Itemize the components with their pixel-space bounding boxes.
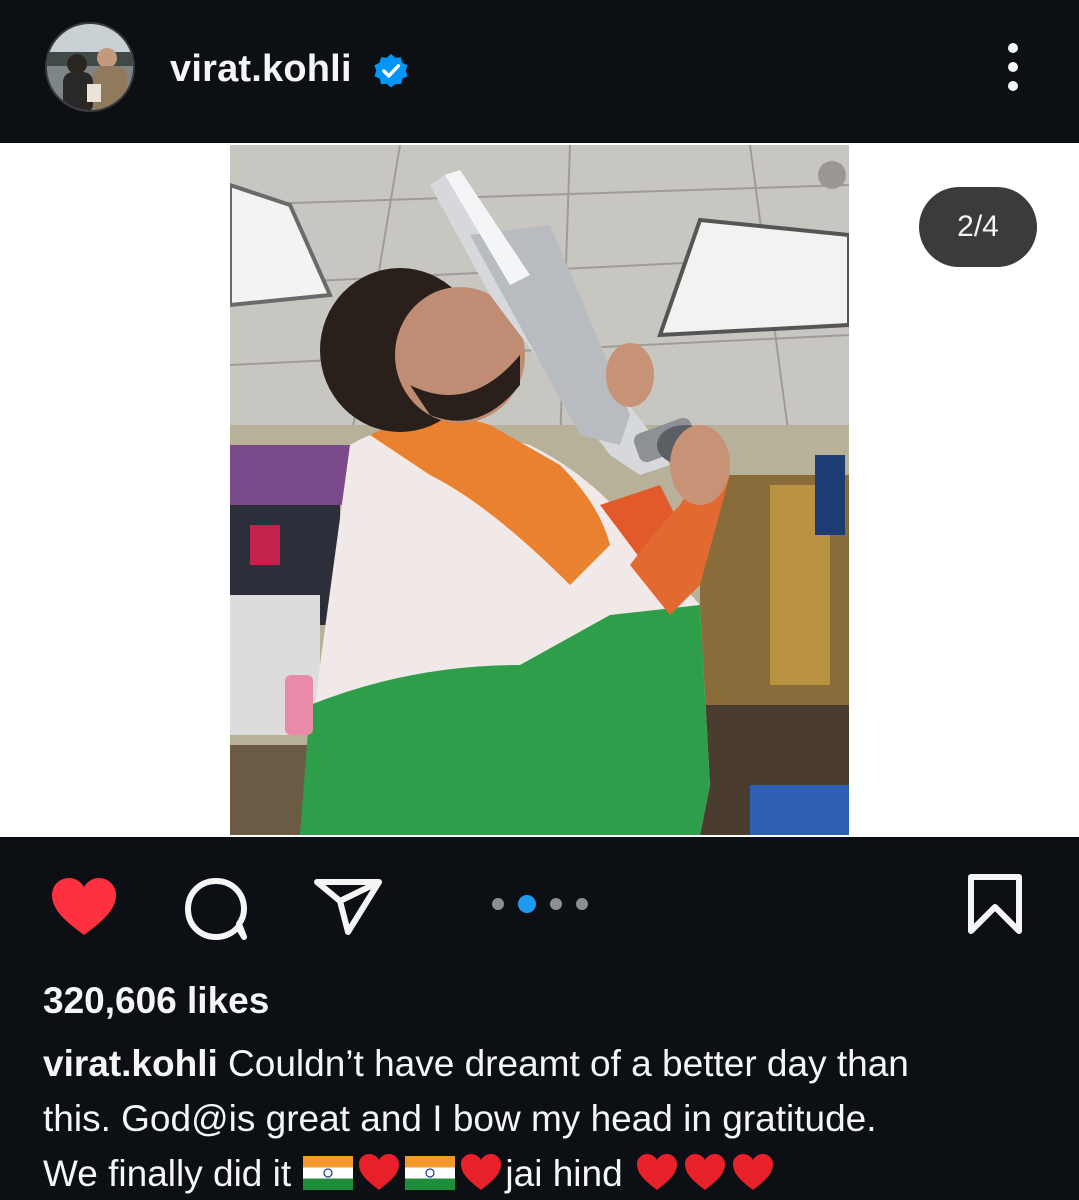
red-heart-emoji-icon (636, 1154, 677, 1190)
carousel-indicator (492, 895, 588, 913)
caption-username[interactable]: virat.kohli (43, 1043, 218, 1084)
more-options-icon[interactable] (995, 40, 1031, 96)
username[interactable]: virat.kohli (170, 48, 352, 91)
heart-icon[interactable] (48, 875, 120, 939)
caption-text-3a: We finally did it (43, 1153, 302, 1194)
caption-text-1: Couldn’t have dreamt of a better day tha… (217, 1043, 909, 1084)
post-caption: virat.kohli Couldn’t have dreamt of a be… (43, 1036, 1043, 1200)
trophy-celebration-image (230, 145, 849, 835)
comment-icon[interactable] (182, 875, 252, 945)
avatar[interactable] (45, 22, 135, 112)
india-flag-icon (405, 1156, 456, 1190)
send-icon[interactable] (312, 877, 384, 937)
post-photo (230, 145, 849, 835)
bookmark-icon[interactable] (966, 873, 1024, 935)
carousel-dot-2-active (518, 895, 536, 913)
likes-count[interactable]: 320,606 likes (43, 980, 269, 1022)
carousel-dot-1 (492, 898, 504, 910)
verified-badge-icon (374, 53, 408, 88)
red-heart-emoji-icon (461, 1154, 502, 1190)
red-heart-emoji-icon (684, 1154, 725, 1190)
avatar-photo (47, 24, 133, 110)
caption-text-2: this. God@is great and I bow my head in … (43, 1098, 877, 1139)
post-media[interactable]: 2/4 (0, 143, 1079, 837)
carousel-dot-4 (576, 898, 588, 910)
carousel-counter: 2/4 (919, 187, 1037, 267)
post-header: virat.kohli (0, 0, 1079, 143)
india-flag-icon (303, 1156, 354, 1190)
red-heart-emoji-icon (732, 1154, 773, 1190)
carousel-dot-3 (550, 898, 562, 910)
red-heart-emoji-icon (359, 1154, 400, 1190)
caption-text-3b: jai hind (505, 1153, 633, 1194)
